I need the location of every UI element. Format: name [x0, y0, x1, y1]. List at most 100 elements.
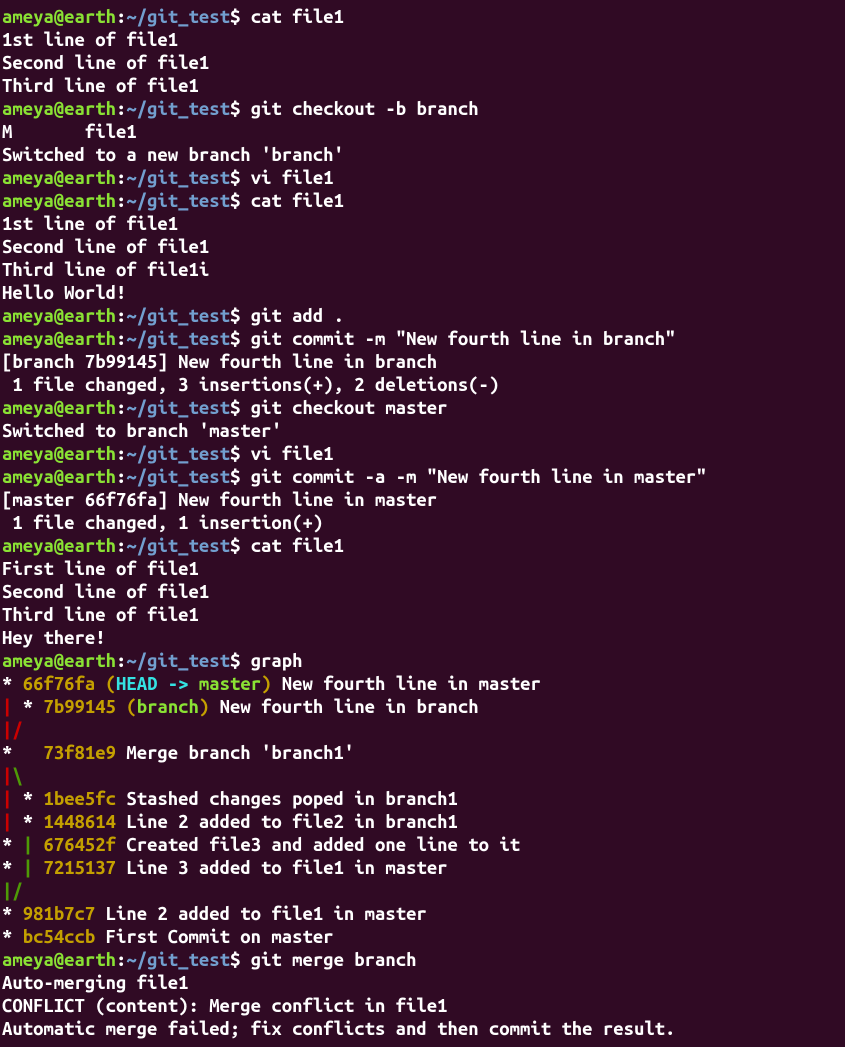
graph-segment: ): [199, 697, 209, 717]
output-line: First line of file1: [2, 558, 845, 581]
output-text: Switched to branch 'master': [2, 421, 282, 441]
output-line: Third line of file1: [2, 75, 845, 98]
prompt-path: ~/git_test: [126, 467, 230, 487]
output-text: Second line of file1: [2, 53, 209, 73]
prompt-user: ameya@earth: [2, 306, 116, 326]
graph-segment: branch: [137, 697, 199, 717]
graph-segment: bc54ccb: [23, 927, 96, 947]
output-text: Second line of file1: [2, 582, 209, 602]
output-line: Switched to branch 'master': [2, 420, 845, 443]
output-text: Hey there!: [2, 628, 106, 648]
prompt-path: ~/git_test: [126, 444, 230, 464]
graph-segment: *: [2, 674, 23, 694]
graph-segment: 7215137: [43, 858, 116, 878]
terminal-output[interactable]: ameya@earth:~/git_test$ cat file11st lin…: [0, 0, 845, 1047]
graph-segment: New fourth line in branch: [209, 697, 478, 717]
prompt-dollar: $: [230, 651, 251, 671]
prompt-path: ~/git_test: [126, 398, 230, 418]
graph-segment: |: [2, 881, 12, 901]
output-text: [branch 7b99145] New fourth line in bran…: [2, 352, 437, 372]
prompt-dollar: $: [230, 99, 251, 119]
output-line: 1 file changed, 1 insertion(+): [2, 512, 845, 535]
git-graph-line: | * 7b99145 (branch) New fourth line in …: [2, 696, 845, 719]
command-text: git commit -m "New fourth line in branch…: [251, 329, 676, 349]
graph-segment: *: [12, 697, 43, 717]
output-line: Switched to a new branch 'branch': [2, 144, 845, 167]
prompt-user: ameya@earth: [2, 7, 116, 27]
prompt-colon: :: [116, 191, 126, 211]
graph-segment: 66f76fa: [23, 674, 106, 694]
git-graph-line: |/: [2, 880, 845, 903]
graph-segment: 1448614: [43, 812, 116, 832]
output-line: 1st line of file1: [2, 29, 845, 52]
git-graph-line: * | 676452f Created file3 and added one …: [2, 834, 845, 857]
prompt-path: ~/git_test: [126, 306, 230, 326]
prompt-line: ameya@earth:~/git_test$ git merge branch: [2, 949, 845, 972]
prompt-user: ameya@earth: [2, 99, 116, 119]
prompt-line: ameya@earth:~/git_test$ git checkout -b …: [2, 98, 845, 121]
output-text: Switched to a new branch 'branch': [2, 145, 344, 165]
graph-segment: master: [199, 674, 261, 694]
command-text: git add .: [251, 306, 344, 326]
prompt-path: ~/git_test: [126, 191, 230, 211]
prompt-dollar: $: [230, 398, 251, 418]
prompt-path: ~/git_test: [126, 99, 230, 119]
output-line: Hey there!: [2, 627, 845, 650]
prompt-user: ameya@earth: [2, 467, 116, 487]
prompt-user: ameya@earth: [2, 191, 116, 211]
output-line: Second line of file1: [2, 52, 845, 75]
graph-segment: Line 2 added to file1 in master: [95, 904, 427, 924]
prompt-line: ameya@earth:~/git_test$ git commit -a -m…: [2, 466, 845, 489]
graph-segment: *: [12, 812, 43, 832]
graph-segment: [33, 835, 43, 855]
prompt-dollar: $: [230, 444, 251, 464]
output-line: 1 file changed, 3 insertions(+), 2 delet…: [2, 374, 845, 397]
output-text: Second line of file1: [2, 237, 209, 257]
output-line: 1st line of file1: [2, 213, 845, 236]
command-text: vi file1: [251, 168, 334, 188]
output-text: First line of file1: [2, 559, 199, 579]
prompt-colon: :: [116, 444, 126, 464]
graph-segment: (: [126, 697, 136, 717]
git-graph-line: |/: [2, 719, 845, 742]
prompt-colon: :: [116, 168, 126, 188]
output-text: 1st line of file1: [2, 30, 178, 50]
git-graph-line: |\: [2, 765, 845, 788]
git-graph-line: * | 7215137 Line 3 added to file1 in mas…: [2, 857, 845, 880]
prompt-line: ameya@earth:~/git_test$ graph: [2, 650, 845, 673]
prompt-user: ameya@earth: [2, 168, 116, 188]
graph-segment: |: [2, 720, 12, 740]
graph-segment: *: [2, 904, 23, 924]
graph-segment: |: [2, 812, 12, 832]
graph-segment: Merge branch 'branch1': [116, 743, 354, 763]
graph-segment: [33, 858, 43, 878]
graph-segment: 7b99145: [43, 697, 126, 717]
prompt-colon: :: [116, 329, 126, 349]
graph-segment: Stashed changes poped in branch1: [116, 789, 458, 809]
prompt-colon: :: [116, 7, 126, 27]
graph-segment: Line 2 added to file2 in branch1: [116, 812, 458, 832]
prompt-line: ameya@earth:~/git_test$ cat file1: [2, 190, 845, 213]
output-line: M file1: [2, 121, 845, 144]
graph-segment: 73f81e9: [43, 743, 116, 763]
graph-segment: HEAD ->: [116, 674, 199, 694]
output-text: 1 file changed, 3 insertions(+), 2 delet…: [2, 375, 499, 395]
graph-segment: ): [261, 674, 271, 694]
git-graph-line: * 66f76fa (HEAD -> master) New fourth li…: [2, 673, 845, 696]
prompt-line: ameya@earth:~/git_test$ git checkout mas…: [2, 397, 845, 420]
output-text: Automatic merge failed; fix conflicts an…: [2, 1019, 675, 1039]
graph-segment: *: [12, 789, 43, 809]
prompt-user: ameya@earth: [2, 536, 116, 556]
output-text: Third line of file1: [2, 76, 199, 96]
command-text: cat file1: [251, 191, 344, 211]
output-line: [master 66f76fa] New fourth line in mast…: [2, 489, 845, 512]
prompt-line: ameya@earth:~/git_test$ git commit -m "N…: [2, 328, 845, 351]
output-text: CONFLICT (content): Merge conflict in fi…: [2, 996, 447, 1016]
command-text: graph: [251, 651, 303, 671]
prompt-colon: :: [116, 536, 126, 556]
graph-segment: 676452f: [43, 835, 116, 855]
git-graph-line: | * 1448614 Line 2 added to file2 in bra…: [2, 811, 845, 834]
prompt-path: ~/git_test: [126, 7, 230, 27]
command-text: cat file1: [251, 536, 344, 556]
command-text: git checkout -b branch: [251, 99, 479, 119]
